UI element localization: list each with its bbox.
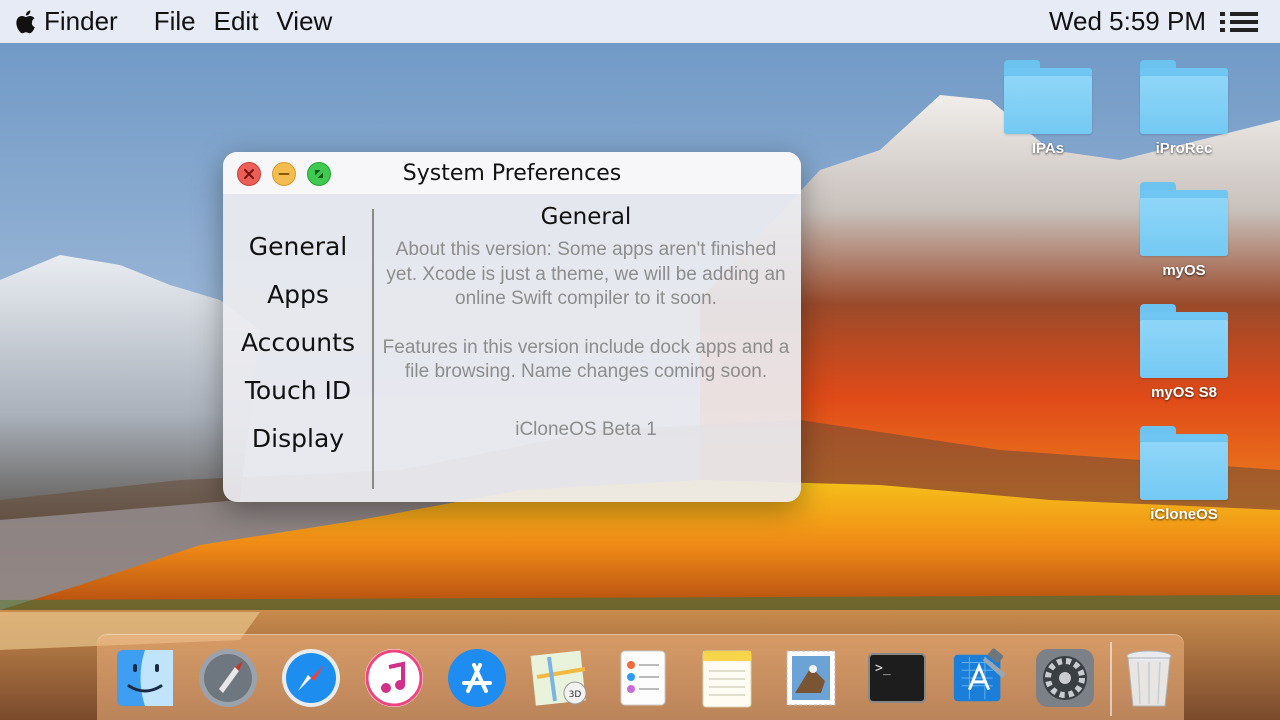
section-heading: General	[540, 204, 632, 230]
xcode-icon	[953, 648, 1007, 702]
terminal-icon: >_	[868, 653, 926, 703]
apple-menu-icon[interactable]	[14, 9, 36, 35]
dock-safari[interactable]	[280, 647, 342, 709]
window-title: System Preferences	[402, 160, 622, 186]
dock-app-store[interactable]	[446, 647, 508, 709]
desktop-folder-ipas[interactable]: IPAs	[993, 60, 1103, 157]
system-preferences-window: System Preferences General Apps Accounts…	[223, 152, 801, 502]
sidebar-divider	[372, 209, 374, 489]
preferences-sidebar: General Apps Accounts Touch ID Display	[223, 212, 373, 482]
active-app-name[interactable]: Finder	[44, 6, 118, 37]
svg-text:3D: 3D	[569, 690, 582, 700]
dock-itunes[interactable]	[363, 647, 425, 709]
sidebar-item-general[interactable]: General	[249, 232, 348, 262]
dock-terminal[interactable]: >_	[866, 647, 928, 709]
sidebar-item-apps[interactable]: Apps	[267, 280, 329, 310]
menubar-clock[interactable]: Wed 5:59 PM	[1049, 6, 1206, 37]
close-button[interactable]	[237, 162, 261, 186]
finder-icon	[117, 650, 173, 706]
fullscreen-icon	[315, 170, 323, 178]
sidebar-item-touch-id[interactable]: Touch ID	[245, 376, 351, 406]
launchpad-icon	[199, 649, 257, 707]
zoom-button[interactable]	[307, 162, 331, 186]
system-preferences-icon	[1036, 649, 1094, 707]
window-titlebar[interactable]: System Preferences	[223, 152, 801, 194]
dock-trash[interactable]	[1118, 647, 1180, 709]
features-text: Features in this version include dock ap…	[382, 336, 790, 383]
folder-label: iProRec	[1155, 140, 1213, 157]
sidebar-item-display[interactable]: Display	[252, 424, 344, 454]
folder-label: myOS S8	[1151, 384, 1217, 401]
maps-icon: 3D	[530, 650, 587, 706]
mail-icon	[786, 650, 836, 706]
folder-icon	[1004, 60, 1092, 134]
itunes-icon	[365, 649, 423, 707]
preferences-content: General About this version: Some apps ar…	[378, 204, 794, 441]
folder-label: iCloneOS	[1150, 506, 1218, 523]
dock-separator	[1110, 642, 1112, 716]
folder-icon	[1140, 426, 1228, 500]
minimize-icon	[278, 173, 290, 175]
notes-icon	[702, 650, 752, 708]
desktop-folder-iprorec[interactable]: iProRec	[1129, 60, 1239, 157]
about-text: About this version: Some apps aren't fin…	[386, 239, 786, 309]
desktop-folder-myos[interactable]: myOS	[1129, 182, 1239, 279]
version-text: iCloneOS Beta 1	[515, 418, 657, 440]
folder-icon	[1140, 60, 1228, 134]
dock-maps[interactable]: 3D	[529, 647, 591, 709]
dock-finder[interactable]	[114, 647, 176, 709]
folder-icon	[1140, 182, 1228, 256]
menu-bar: Finder File Edit View Wed 5:59 PM	[0, 0, 1280, 43]
menu-file[interactable]: File	[154, 6, 196, 37]
dock-reminders[interactable]	[612, 647, 674, 709]
dock-system-preferences[interactable]	[1034, 647, 1096, 709]
svg-text:>_: >_	[875, 661, 891, 676]
dock-mail[interactable]	[780, 647, 842, 709]
sidebar-item-accounts[interactable]: Accounts	[241, 328, 355, 358]
window-controls	[237, 162, 331, 186]
notification-center-icon[interactable]	[1220, 9, 1258, 35]
folder-label: myOS	[1162, 262, 1206, 279]
minimize-button[interactable]	[272, 162, 296, 186]
menu-edit[interactable]: Edit	[214, 6, 259, 37]
reminders-icon	[620, 650, 666, 706]
folder-label: IPAs	[1031, 140, 1065, 157]
menu-items: File Edit View	[154, 6, 333, 37]
desktop-folder-myos-s8[interactable]: myOS S8	[1129, 304, 1239, 401]
safari-icon	[282, 649, 340, 707]
menu-view[interactable]: View	[276, 6, 332, 37]
close-icon	[244, 169, 254, 179]
trash-icon	[1126, 650, 1172, 707]
dock-launchpad[interactable]	[197, 647, 259, 709]
folder-icon	[1140, 304, 1228, 378]
dock-notes[interactable]	[696, 647, 758, 709]
app-store-icon	[448, 649, 506, 707]
dock-xcode[interactable]	[950, 647, 1012, 709]
desktop-folder-icloneos[interactable]: iCloneOS	[1129, 426, 1239, 523]
